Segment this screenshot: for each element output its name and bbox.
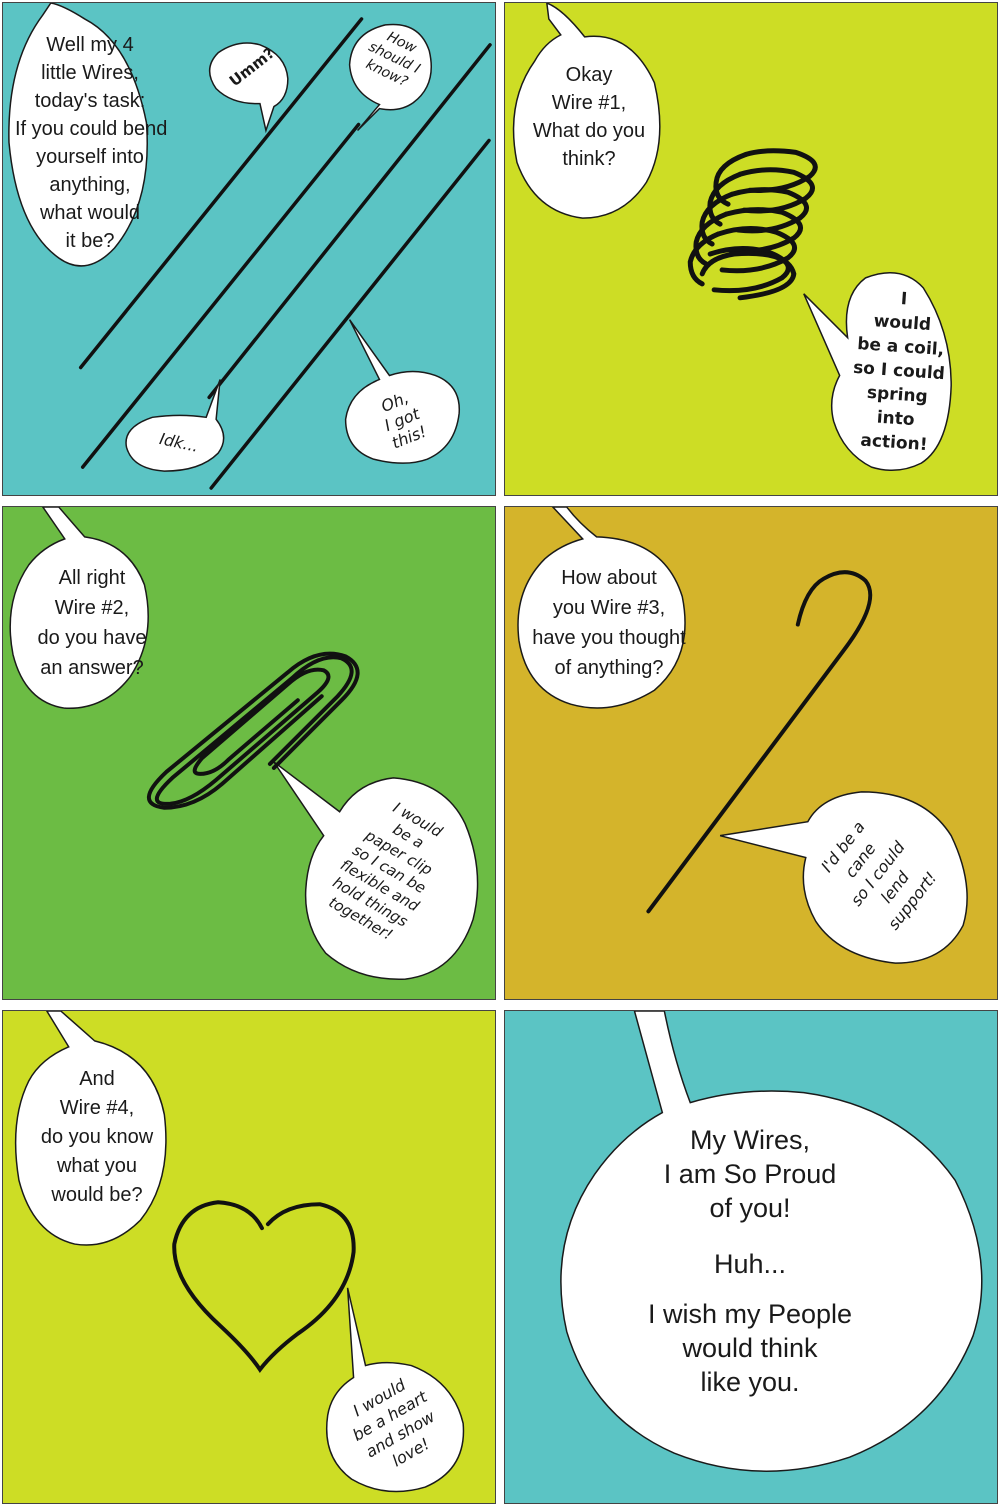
text-line: If you could bend: [15, 118, 168, 140]
text-line: what would: [39, 202, 141, 224]
text-line: like you.: [700, 1367, 800, 1397]
panel-6: My Wires, I am So Proud of you! Huh... I w…: [504, 1010, 998, 1504]
text-line: what you: [56, 1155, 138, 1177]
text-line: it be?: [65, 230, 115, 252]
text-line: Wire #2,: [54, 597, 130, 619]
text-line: do you have: [37, 627, 147, 649]
text-line: of you!: [709, 1193, 791, 1223]
narrator-text: How about you Wire #3, have you thought of …: [519, 563, 699, 683]
narrator-text: Okay Wire #1, What do you think?: [519, 61, 659, 173]
text-line: Well my 4: [46, 34, 134, 56]
text-line: Okay: [565, 64, 613, 86]
final-text-wish: I wish my People would think like you.: [605, 1297, 895, 1399]
narrator-text: And Wire #4, do you know what you would be?: [17, 1065, 177, 1210]
text-line: do you know: [40, 1126, 154, 1148]
reply-text: Iwould be a coil, so I could spring into acti…: [833, 283, 964, 459]
text-line: All right: [58, 567, 126, 589]
text-line: Wire #4,: [59, 1097, 135, 1119]
final-text-pride: My Wires, I am So Proud of you!: [605, 1123, 895, 1225]
text-line: today's task:: [34, 90, 146, 112]
final-text-huh: Huh...: [713, 1249, 787, 1279]
text-line: would think: [682, 1333, 818, 1363]
narrator-text: All right Wire #2, do you have an answer?: [17, 563, 167, 683]
narrator-text: Well my 4 little Wires, today's task: If yo…: [15, 31, 168, 255]
text-line: I am So Proud: [663, 1159, 837, 1189]
text-line: an answer?: [40, 657, 144, 679]
text-line: anything,: [49, 174, 131, 196]
text-line: My Wires,: [690, 1125, 810, 1155]
text-line: little Wires,: [41, 62, 139, 84]
text-line: would be?: [51, 1184, 143, 1206]
text-line: have you thought: [532, 627, 686, 649]
panel-4: How about you Wire #3, have you thought of …: [504, 506, 998, 1000]
text-line: yourself into: [36, 146, 144, 168]
text-line: of anything?: [554, 657, 664, 679]
text-line: you Wire #3,: [552, 597, 666, 619]
panel-1: Well my 4 little Wires, today's task: If yo…: [2, 2, 496, 496]
panel-2: Okay Wire #1, What do you think? Iwould be a…: [504, 2, 998, 496]
panel-5: And Wire #4, do you know what you would be? …: [2, 1010, 496, 1504]
text-line: I wish my People: [647, 1299, 853, 1329]
text-line: And: [79, 1068, 115, 1090]
text-line: Wire #1,: [551, 92, 627, 114]
panel-3: All right Wire #2, do you have an answer? I…: [2, 506, 496, 1000]
text-line: What do you: [532, 120, 646, 142]
text-line: How about: [561, 567, 657, 589]
text-line: think?: [562, 148, 616, 170]
